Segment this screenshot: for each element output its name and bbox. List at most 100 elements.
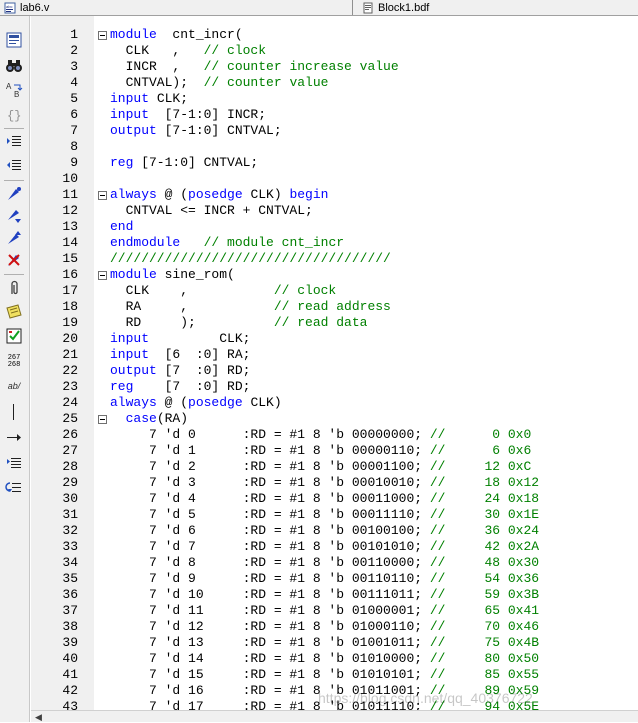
code-line[interactable]: 11 always @ (posedge CLK) begin [31,187,638,203]
code-line[interactable]: 2 CLK , // clock [31,43,638,59]
code-line[interactable]: 10 [31,171,638,187]
code-line[interactable]: 32 7 'd 6 :RD = #1 8 'b 00100100; // 36 … [31,523,638,539]
code-text: output [7 :0] RD; [110,363,250,379]
code-line[interactable]: 22 output [7 :0] RD; [31,363,638,379]
clear-bookmarks-icon[interactable] [4,250,24,270]
code-line[interactable]: 33 7 'd 7 :RD = #1 8 'b 00101010; // 42 … [31,539,638,555]
code-token: 7 'd 5 :RD = #1 8 'b 00011110; [110,507,430,522]
collapse-block-icon[interactable] [98,271,107,280]
code-line[interactable]: 5 input CLK; [31,91,638,107]
toggle-bookmark-icon[interactable] [4,184,24,204]
comment-token: // clock [273,283,337,298]
line-number: 30 [62,491,78,506]
code-line[interactable]: 21 input [6 :0] RA; [31,347,638,363]
code-line[interactable]: 25 case(RA) [31,411,638,427]
undo-wrap-icon[interactable] [4,478,24,498]
collapse-block-icon[interactable] [98,415,107,424]
collapse-block-icon[interactable] [98,191,107,200]
insert-template-icon[interactable] [4,30,24,50]
code-line[interactable]: 9 reg [7-1:0] CNTVAL; [31,155,638,171]
code-line[interactable]: 27 7 'd 1 :RD = #1 8 'b 00000110; // 6 0… [31,443,638,459]
keyword-token: endmodule [110,235,181,250]
code-line[interactable]: 8 [31,139,638,155]
svg-text:{}: {} [7,109,21,123]
code-line[interactable]: 30 7 'd 4 :RD = #1 8 'b 00011000; // 24 … [31,491,638,507]
code-line[interactable]: 29 7 'd 3 :RD = #1 8 'b 00010010; // 18 … [31,475,638,491]
line-number: 6 [70,107,78,122]
line-number: 42 [62,683,78,698]
line-number: 17 [62,283,78,298]
svg-text:B: B [14,90,19,99]
code-line[interactable]: 7 output [7-1:0] CNTVAL; [31,123,638,139]
list-indent-icon[interactable] [4,454,24,474]
code-text: always @ (posedge CLK) [110,395,282,411]
line-numbers-icon[interactable]: 267 268 [4,352,24,372]
verilog-file-icon: abc [4,2,16,14]
code-token: sine_rom( [156,267,235,282]
comment-token: // 54 0x36 [429,571,540,586]
code-line[interactable]: 16 module sine_rom( [31,267,638,283]
code-line[interactable]: 12 CNTVAL <= INCR + CNTVAL; [31,203,638,219]
code-line[interactable]: 13 end [31,219,638,235]
find-binoculars-icon[interactable] [4,56,24,76]
code-line[interactable]: 1 module cnt_incr( [31,27,638,43]
code-text: 7 'd 1 :RD = #1 8 'b 00000110; // 6 0x6 [110,443,531,459]
code-line[interactable]: 19 RD ); // read data [31,315,638,331]
code-line[interactable]: 31 7 'd 5 :RD = #1 8 'b 00011110; // 30 … [31,507,638,523]
comment-token: // 65 0x41 [429,603,540,618]
code-line[interactable]: 14 endmodule // module cnt_incr [31,235,638,251]
code-line[interactable]: 24 always @ (posedge CLK) [31,395,638,411]
indent-icon[interactable] [4,132,24,152]
code-line[interactable]: 17 CLK , // clock [31,283,638,299]
code-text: CNTVAL); // counter value [110,75,329,91]
code-editor[interactable]: 1 module cnt_incr(2 CLK , // clock 3 INCR … [31,16,638,710]
find-replace-icon[interactable]: AB [4,80,24,100]
code-line[interactable]: 23 reg [7 :0] RD; [31,379,638,395]
line-number: 5 [70,91,78,106]
tab-lab6-v[interactable]: abc lab6.v [4,0,49,15]
next-bookmark-icon[interactable] [4,206,24,226]
code-line[interactable]: 18 RA , // read address [31,299,638,315]
line-number: 20 [62,331,78,346]
comment-token: // read address [273,299,391,314]
code-line[interactable]: 6 input [7-1:0] INCR; [31,107,638,123]
previous-bookmark-icon[interactable] [4,228,24,248]
check-syntax-icon[interactable] [4,326,24,346]
code-text: 7 'd 6 :RD = #1 8 'b 00100100; // 36 0x2… [110,523,539,539]
code-line[interactable]: 37 7 'd 11 :RD = #1 8 'b 01000001; // 65… [31,603,638,619]
code-line[interactable]: 36 7 'd 10 :RD = #1 8 'b 00111011; // 59… [31,587,638,603]
code-line[interactable]: 26 7 'd 0 :RD = #1 8 'b 00000000; // 0 0… [31,427,638,443]
collapse-block-icon[interactable] [98,31,107,40]
scroll-left-icon[interactable]: ◀ [35,712,42,723]
arrow-right-icon[interactable] [4,428,24,448]
text-format-icon[interactable]: ab/ [4,376,24,396]
comment-block-icon[interactable] [4,302,24,322]
code-token: RD ); [110,315,274,330]
code-line[interactable]: 38 7 'd 12 :RD = #1 8 'b 01000110; // 70… [31,619,638,635]
code-line[interactable]: 15 //////////////////////////////////// [31,251,638,267]
line-number: 18 [62,299,78,314]
braces-icon[interactable]: {} [4,104,24,124]
code-line[interactable]: 40 7 'd 14 :RD = #1 8 'b 01010000; // 80… [31,651,638,667]
tab-block1-bdf[interactable]: Block1.bdf [362,0,429,15]
code-line[interactable]: 28 7 'd 2 :RD = #1 8 'b 00001100; // 12 … [31,459,638,475]
code-token: 7 'd 2 :RD = #1 8 'b 00001100; [110,459,430,474]
code-line[interactable]: 3 INCR , // counter increase value [31,59,638,75]
cursor-line-icon[interactable] [4,402,24,422]
code-text: INCR , // counter increase value [110,59,399,75]
paperclip-icon[interactable] [4,278,24,298]
line-numbers-icon-label: 267 268 [7,354,21,369]
code-line[interactable]: 34 7 'd 8 :RD = #1 8 'b 00110000; // 48 … [31,555,638,571]
code-token: CLK) [242,395,282,410]
code-line[interactable]: 20 input CLK; [31,331,638,347]
code-line[interactable]: 41 7 'd 15 :RD = #1 8 'b 01010101; // 85… [31,667,638,683]
code-line[interactable]: 4 CNTVAL); // counter value [31,75,638,91]
horizontal-scrollbar[interactable]: ◀ [31,710,638,722]
code-text: CLK , // clock [110,283,337,299]
code-line[interactable]: 35 7 'd 9 :RD = #1 8 'b 00110110; // 54 … [31,571,638,587]
code-line[interactable]: 39 7 'd 13 :RD = #1 8 'b 01001011; // 75… [31,635,638,651]
unindent-icon[interactable] [4,156,24,176]
comment-token: // clock [203,43,267,58]
